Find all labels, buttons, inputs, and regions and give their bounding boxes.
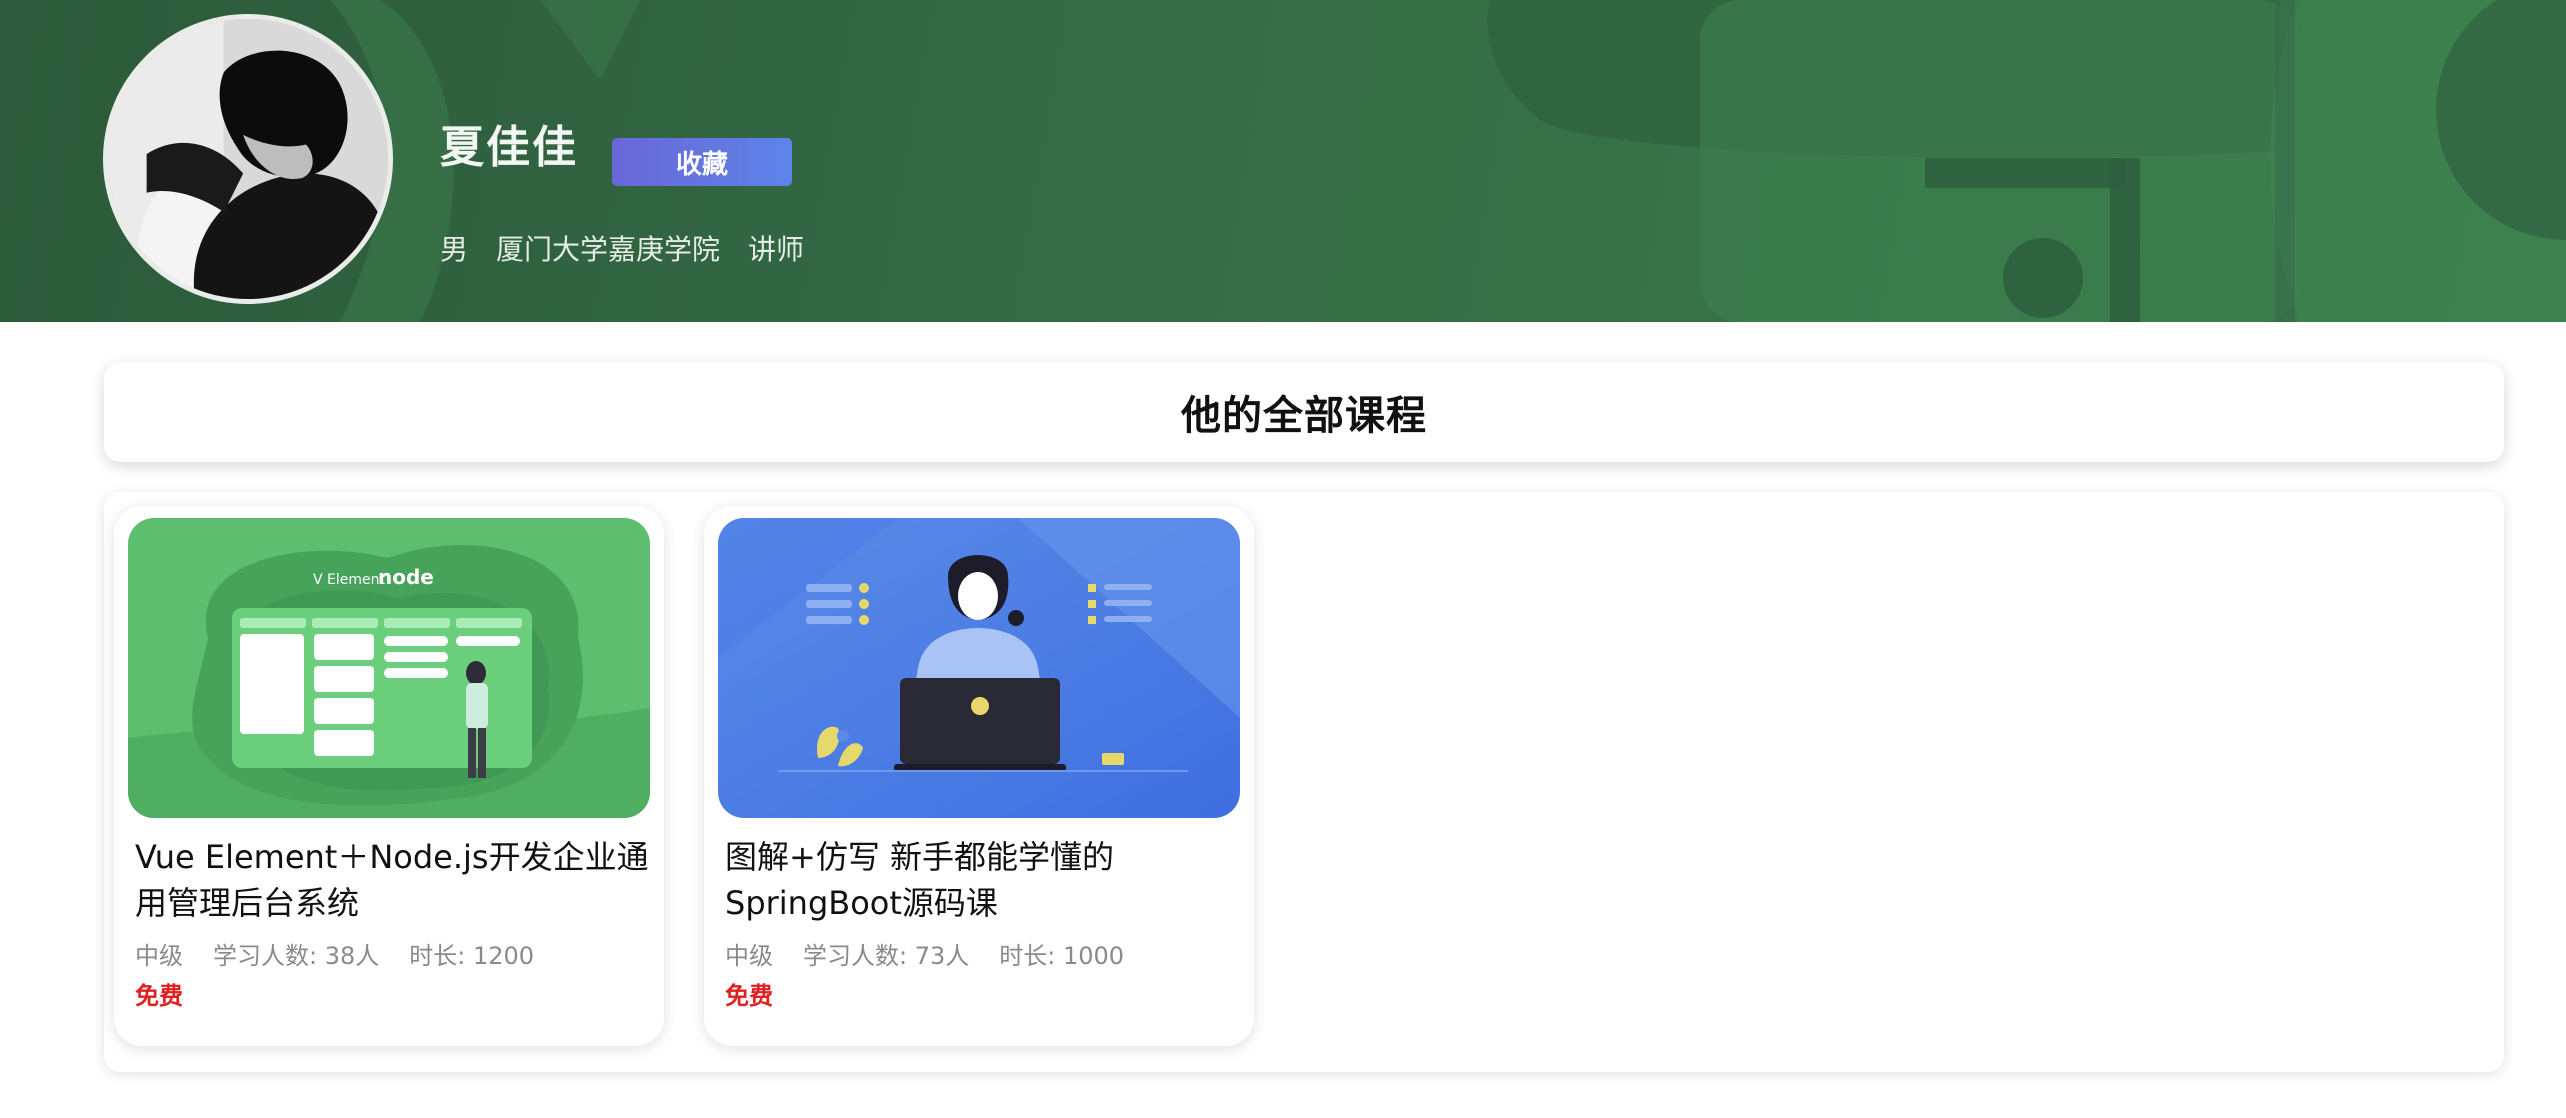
teacher-banner: 夏佳佳 收藏 男 厦门大学嘉庚学院 讲师 xyxy=(0,0,2566,322)
course-learners: 学习人数: 38人 xyxy=(213,942,380,970)
course-stats: 中级 学习人数: 73人 时长: 1000 xyxy=(725,944,1124,968)
favorite-button[interactable]: 收藏 xyxy=(612,138,792,186)
svg-text:node: node xyxy=(378,565,434,589)
course-level: 中级 xyxy=(135,942,183,970)
svg-text:V Element: V Element xyxy=(313,572,386,588)
teacher-meta: 男 厦门大学嘉庚学院 讲师 xyxy=(440,236,804,264)
course-cover[interactable]: V Element node xyxy=(128,518,650,818)
course-price: 免费 xyxy=(725,982,773,1010)
course-duration: 时长: 1200 xyxy=(409,942,535,970)
course-list: V Element node Vue Element＋Node.js开发企业通用… xyxy=(104,492,2504,1072)
course-level: 中级 xyxy=(725,942,773,970)
course-duration: 时长: 1000 xyxy=(999,942,1125,970)
element-node-dashboard-illustration: V Element node xyxy=(128,518,650,818)
course-card[interactable]: V Element node Vue Element＋Node.js开发企业通用… xyxy=(114,506,664,1046)
course-price: 免费 xyxy=(135,982,183,1010)
course-card[interactable]: 图解+仿写 新手都能学懂的SpringBoot源码课 中级 学习人数: 73人 … xyxy=(704,506,1254,1046)
course-stats: 中级 学习人数: 38人 时长: 1200 xyxy=(135,944,534,968)
person-laptop-illustration xyxy=(718,518,1240,818)
course-title[interactable]: Vue Element＋Node.js开发企业通用管理后台系统 xyxy=(135,834,655,926)
course-title[interactable]: 图解+仿写 新手都能学懂的SpringBoot源码课 xyxy=(725,834,1245,926)
course-cover[interactable] xyxy=(718,518,1240,818)
teacher-title: 讲师 xyxy=(748,233,805,266)
course-learners: 学习人数: 73人 xyxy=(803,942,970,970)
teacher-avatar xyxy=(103,14,393,304)
teacher-name: 夏佳佳 xyxy=(440,122,578,173)
courses-section-header: 他的全部课程 xyxy=(104,362,2504,462)
teacher-gender: 男 xyxy=(440,233,469,266)
person-portrait-icon xyxy=(108,19,388,299)
section-title: 他的全部课程 xyxy=(1181,393,1427,439)
teacher-school: 厦门大学嘉庚学院 xyxy=(496,233,721,266)
